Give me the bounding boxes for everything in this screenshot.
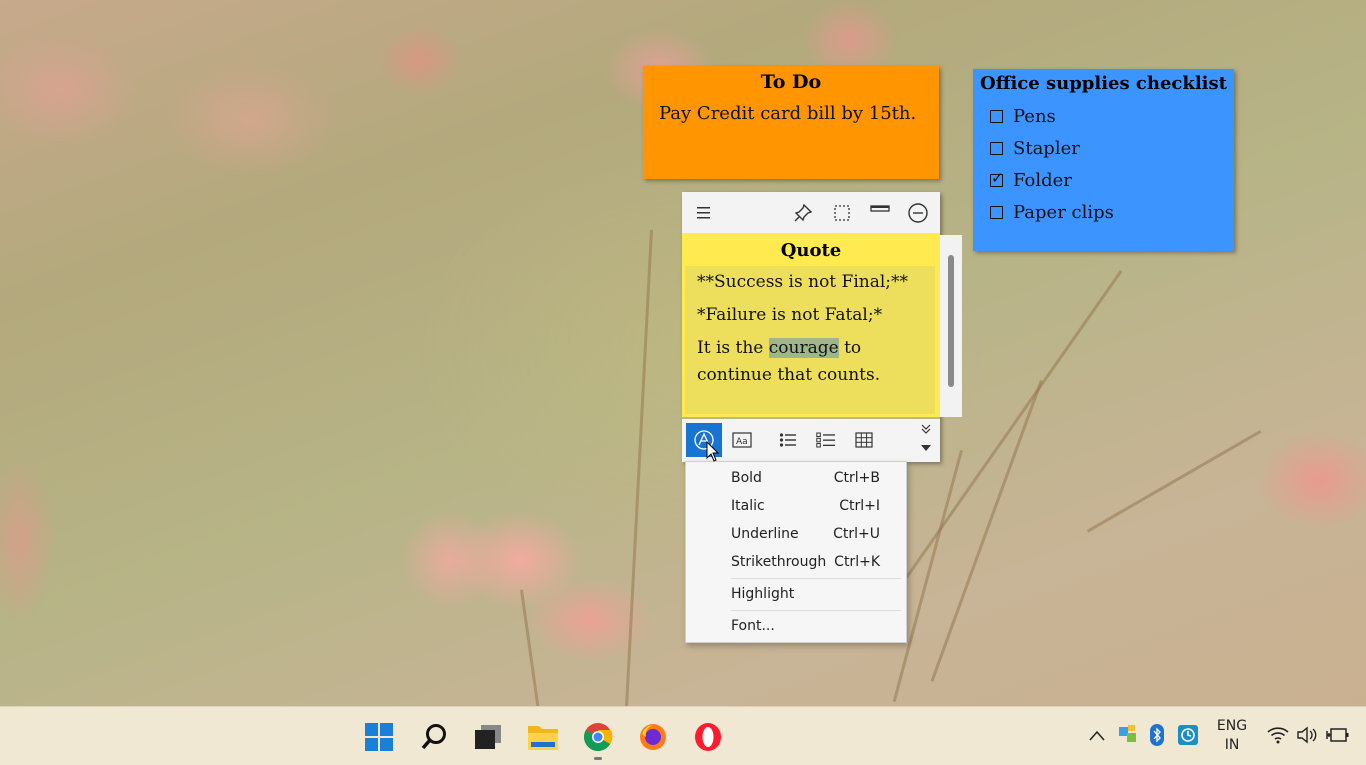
quote-note-title: Quote [780,240,842,261]
todo-note-body[interactable]: Pay Credit card bill by 15th. [643,93,939,124]
menu-item-label: Strikethrough [731,554,827,570]
menu-item-label: Font... [731,618,775,634]
checkbox[interactable] [990,109,1003,123]
wifi-icon[interactable] [1267,726,1289,748]
checklist-item[interactable]: Folder [973,164,1234,196]
menu-separator [731,578,901,579]
chevron-up-icon[interactable] [1088,727,1106,746]
menu-item-strikethrough[interactable]: Strikethrough Ctrl+K [686,548,906,576]
quote-line: It is the [697,338,769,358]
menu-item-highlight[interactable]: Highlight [686,580,906,608]
menu-item-font[interactable]: Font... [686,612,906,640]
quote-text-area[interactable]: **Success is not Final;** *Failure is no… [685,266,935,414]
active-app-indicator [594,757,602,760]
minimize-icon[interactable] [907,202,929,224]
menu-item-bold[interactable]: Bold Ctrl+B [686,464,906,492]
search-icon[interactable] [416,719,452,755]
sync-icon[interactable] [1177,724,1199,750]
menu-item-label: Underline [731,526,799,542]
menu-item-label: Bold [731,470,762,486]
menu-item-shortcut: Ctrl+B [833,470,880,486]
quote-line: continue that counts. [697,365,881,385]
collapse-icon[interactable] [869,198,891,220]
note-toolbar [682,192,940,234]
checkbox[interactable] [990,205,1003,219]
menu-item-label: Highlight [731,586,795,602]
todo-note-title: To Do [760,71,822,93]
table-icon[interactable] [846,423,882,457]
menu-item-shortcut: Ctrl+U [833,526,880,542]
quote-note-window[interactable]: Quote **Success is not Final;** *Failure… [682,192,940,462]
quote-line: to [838,338,862,358]
mouse-cursor-icon [706,441,720,462]
language-code: ENG [1216,718,1248,734]
office-supplies-note[interactable]: Office supplies checklist Pens Stapler F… [973,69,1234,251]
file-explorer-icon[interactable] [525,719,561,755]
pin-icon[interactable] [792,202,814,224]
windows-start-icon[interactable] [361,719,397,755]
svg-text:Aa: Aa [736,437,748,447]
bullet-list-icon[interactable] [770,423,806,457]
volume-icon[interactable] [1296,726,1318,748]
menu-separator [731,610,901,611]
battery-charging-icon[interactable] [1326,726,1350,748]
text-format-menu: Bold Ctrl+B Italic Ctrl+I Underline Ctrl… [685,461,907,643]
checklist-item[interactable]: Stapler [973,132,1234,164]
network-tray-icon[interactable] [1118,724,1138,748]
office-note-title: Office supplies checklist [980,73,1227,94]
checklist-icon[interactable] [808,423,844,457]
quote-note[interactable]: Quote **Success is not Final;** *Failure… [682,233,940,417]
checklist-item-label: Paper clips [1013,201,1114,223]
checkbox-checked[interactable] [990,169,1004,187]
checklist-item-label: Pens [1013,105,1056,127]
menu-item-label: Italic [731,498,765,514]
checklist-item[interactable]: Paper clips [973,196,1234,228]
checklist-item[interactable]: Pens [973,100,1234,132]
task-view-icon[interactable] [470,719,506,755]
chrome-icon[interactable] [580,719,616,755]
highlighted-text[interactable]: courage [768,338,839,358]
chevron-double-down-icon[interactable] [914,419,938,439]
language-indicator[interactable]: ENG IN [1214,717,1250,755]
checklist-item-label: Stapler [1013,137,1080,159]
taskbar: ENG IN [0,706,1366,765]
menu-item-shortcut: Ctrl+K [834,554,880,570]
menu-icon[interactable] [693,202,715,224]
checkbox[interactable] [990,141,1003,155]
menu-item-italic[interactable]: Italic Ctrl+I [686,492,906,520]
menu-item-underline[interactable]: Underline Ctrl+U [686,520,906,548]
format-toolbar: Aa [682,419,940,462]
font-size-icon[interactable]: Aa [724,423,760,457]
select-icon[interactable] [831,202,853,224]
checklist-item-label: Folder [1013,169,1072,191]
quote-line: **Success is not Final;** [697,272,909,292]
scrollbar-thumb[interactable] [948,255,954,387]
region-code: IN [1224,737,1240,753]
bluetooth-icon[interactable] [1150,724,1164,750]
firefox-icon[interactable] [635,719,671,755]
menu-item-shortcut: Ctrl+I [839,498,880,514]
caret-down-icon[interactable] [914,439,938,457]
opera-icon[interactable] [690,719,726,755]
todo-note[interactable]: To Do Pay Credit card bill by 15th. [643,66,939,179]
quote-line: *Failure is not Fatal;* [697,305,883,325]
scrollbar[interactable] [940,235,962,417]
